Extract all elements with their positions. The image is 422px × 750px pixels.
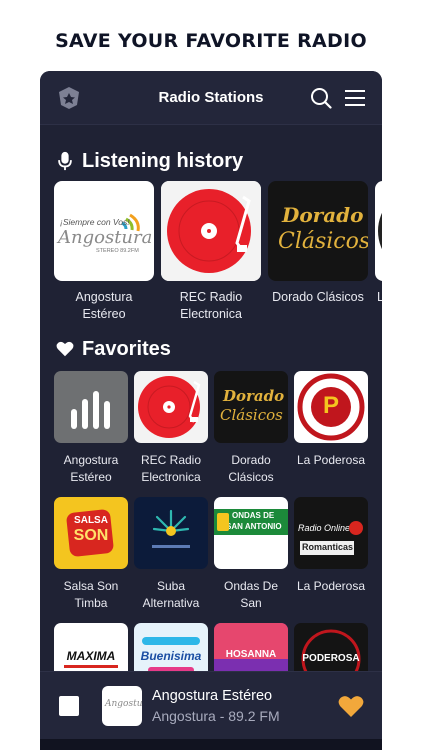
station-name: Angostura Estéreo [63, 453, 119, 484]
art-text: SON [73, 527, 109, 544]
favorites-title: Favorites [82, 337, 171, 360]
favorite-item-suba[interactable]: Suba Alternativa [134, 497, 208, 612]
art-shape [217, 513, 229, 531]
art-text: Radio Online [298, 523, 351, 533]
art-text: Dorado [223, 387, 285, 405]
art-text: ¡Siempre con Vos! [60, 217, 130, 227]
favorite-item-rec[interactable]: REC Radio Electronica [134, 371, 208, 486]
art-text: Angostura [58, 227, 153, 248]
headline: SAVE YOUR FAVORITE RADIO [55, 30, 367, 52]
station-name: L [377, 290, 382, 304]
sunburst-icon [152, 509, 190, 548]
art-text: PODEROSA [302, 653, 360, 664]
art-text: SAN ANTONIO [226, 522, 282, 531]
vinyl-record-icon [161, 181, 261, 281]
history-item-rec[interactable]: REC Radio Electronica [161, 181, 261, 323]
station-art: Dorado Clásicos [214, 371, 288, 443]
station-name: REC Radio Electronica [140, 453, 202, 484]
favorite-item-dorado[interactable]: Dorado Clásicos Dorado Clásicos [214, 371, 288, 486]
station-art: PODEROSA [294, 623, 368, 671]
art-text: Angostura [105, 699, 142, 709]
search-icon[interactable] [310, 87, 332, 109]
favorite-item-buenisima[interactable]: Buenisima [134, 623, 208, 671]
history-title: Listening history [82, 149, 244, 172]
art-text: HOSANNA [225, 649, 277, 660]
bottom-edge [40, 739, 382, 750]
history-item-partial[interactable]: L [375, 181, 382, 306]
station-name: Dorado Clásicos [228, 453, 274, 484]
signal-bars-icon [71, 391, 110, 429]
station-art [161, 181, 261, 281]
menu-icon[interactable] [345, 89, 365, 107]
favorite-heart-icon[interactable] [338, 695, 364, 718]
station-art: SALSA SON [54, 497, 128, 569]
station-art: HOSANNA [214, 623, 288, 671]
microphone-icon [58, 151, 72, 171]
now-playing-bar[interactable]: Angostura Angostura Estéreo Angostura - … [40, 671, 382, 739]
history-section-title: Listening history [56, 147, 243, 175]
heart-icon [56, 341, 74, 357]
art-shape [64, 665, 118, 668]
art-shape [142, 637, 200, 645]
art-text: Dorado [282, 203, 364, 227]
station-name: Salsa Son Timba [63, 579, 119, 610]
station-name: La Poderosa [296, 453, 366, 467]
art-text: ONDAS DE [232, 511, 275, 520]
art-text: Buenisima [140, 649, 202, 663]
app-bar: Radio Stations [40, 71, 382, 125]
station-name: Dorado Clásicos [272, 290, 364, 304]
stop-button[interactable] [59, 696, 79, 716]
station-art [134, 497, 208, 569]
favorite-item-salsa-son[interactable]: SALSA SON Salsa Son Timba [54, 497, 128, 612]
station-art [134, 371, 208, 443]
now-playing-art: Angostura [102, 686, 142, 726]
station-art [54, 371, 128, 443]
favorite-item-ondas-de-san[interactable]: ONDAS DE SAN ANTONIO Ondas De San [214, 497, 288, 612]
favorite-item-angostura[interactable]: Angostura Estéreo [54, 371, 128, 486]
station-art: P [294, 371, 368, 443]
art-shape [349, 521, 363, 535]
station-art: ¡Siempre con Vos! Angostura STEREO 89.2F… [54, 181, 154, 281]
app-screen: Radio Stations Listening history ¡Siempr… [40, 71, 382, 750]
station-name: La Poderosa [296, 579, 366, 593]
station-art: Buenisima [134, 623, 208, 671]
station-name: REC Radio Electronica [179, 290, 243, 321]
favorite-item-la-poderosa[interactable]: P La Poderosa [294, 371, 368, 486]
art-text: Romanticas [302, 542, 354, 552]
station-art: ONDAS DE SAN ANTONIO [214, 497, 288, 569]
station-art: Dorado Clásicos [268, 181, 368, 281]
favorite-item-maxima[interactable]: MAXIMA [54, 623, 128, 671]
favorite-item-hosanna[interactable]: HOSANNA [214, 623, 288, 671]
station-name: Ondas De San [223, 579, 279, 610]
art-text: Clásicos [278, 229, 368, 254]
art-text: Clásicos [220, 406, 283, 424]
art-text: STEREO 89.2FM [96, 248, 139, 254]
station-name: Angostura Estéreo [75, 290, 133, 321]
favorites-grid: Angostura Estéreo REC Radio Electronica … [54, 371, 374, 671]
station-art: Radio Online Romanticas [294, 497, 368, 569]
history-item-dorado[interactable]: Dorado Clásicos Dorado Clásicos [268, 181, 368, 306]
history-item-angostura[interactable]: ¡Siempre con Vos! Angostura STEREO 89.2F… [54, 181, 154, 323]
station-art [375, 181, 382, 281]
history-list: ¡Siempre con Vos! Angostura STEREO 89.2F… [54, 181, 382, 331]
vinyl-record-icon [134, 371, 208, 443]
favorites-section-title: Favorites [56, 335, 171, 363]
now-playing-title: Angostura Estéreo [152, 688, 273, 704]
art-text: MAXIMA [66, 649, 116, 663]
favorite-item-la-poderosa-2[interactable]: Radio Online Romanticas La Poderosa [294, 497, 368, 612]
now-playing-subtitle: Angostura - 89.2 FM [152, 708, 280, 724]
station-art: MAXIMA [54, 623, 128, 671]
art-text: P [322, 392, 339, 419]
art-text: SALSA [74, 515, 108, 526]
station-logo-icon [378, 212, 382, 250]
favorite-item-poderosa-3[interactable]: PODEROSA [294, 623, 368, 671]
station-name: Suba Alternativa [142, 579, 200, 610]
